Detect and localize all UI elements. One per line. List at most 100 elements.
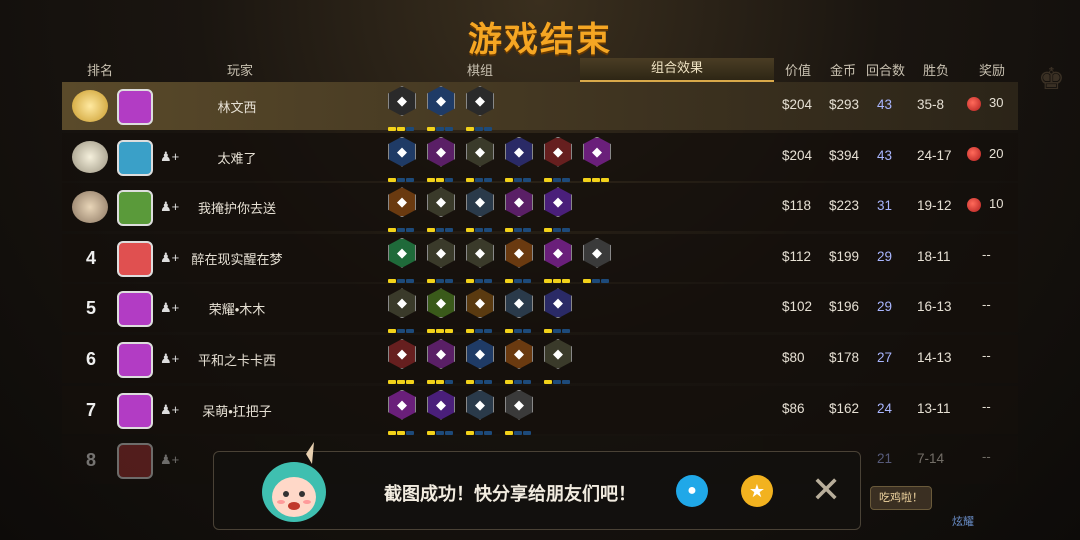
share-toast: 截图成功！快分享给朋友们吧！ ● ★ ✕ (213, 442, 861, 530)
player-name: 太难了 (217, 150, 257, 166)
paws-icon[interactable]: ◆ (466, 389, 494, 435)
fish-icon[interactable]: ◆ (544, 288, 572, 334)
demon-icon[interactable]: ◆ (544, 136, 572, 182)
question-icon[interactable]: ◆ (388, 136, 416, 182)
spirit-icon[interactable]: ◆ (427, 389, 455, 435)
rank-medal-icon (72, 191, 108, 224)
qq-share-icon[interactable]: ● (676, 475, 708, 507)
reward-cell: 10 (967, 196, 1003, 212)
axe-icon[interactable]: ◆ (427, 237, 455, 283)
record-cell: 13-11 (917, 400, 951, 416)
tab-pieces[interactable]: 棋组 (467, 60, 493, 79)
gold-cell: $293 (829, 97, 860, 112)
paw-icon[interactable]: ◆ (388, 237, 416, 283)
spirit-icon[interactable]: ◆ (544, 187, 572, 233)
lion-icon[interactable]: ◆ (388, 86, 416, 131)
value-cell: $118 (782, 198, 812, 214)
header-gold: 金币 (830, 63, 857, 78)
value-cell: $80 (782, 349, 805, 365)
avatar[interactable] (117, 139, 153, 176)
arch-icon[interactable]: ◆ (388, 338, 416, 384)
table-row[interactable]: 5 ♟+ 荣耀•木木 ◆ ◆ ◆ ◆ ◆ $102 $196 29 16-13 -- (62, 284, 1018, 334)
table-row[interactable]: 6 ♟+ 平和之卡卡西 ◆ ◆ ◆ ◆ ◆ $80 $178 27 14-13 -- (62, 334, 1018, 384)
tab-synergy[interactable]: 组合效果 (580, 58, 774, 82)
close-icon[interactable]: ✕ (811, 472, 841, 508)
rank-number: 8 (85, 450, 96, 471)
candy-icon (967, 96, 981, 111)
record-cell: 14-13 (917, 349, 952, 365)
gear-icon[interactable]: ◆ (466, 288, 494, 334)
candy-icon (967, 197, 981, 212)
reward-cell: -- (982, 347, 991, 363)
header-record: 胜负 (923, 63, 950, 78)
skull-icon[interactable]: ◆ (583, 136, 611, 182)
paws-icon[interactable]: ◆ (466, 187, 494, 233)
feather-icon[interactable]: ◆ (505, 237, 533, 283)
reward-amount: 20 (989, 145, 1004, 161)
beast-icon[interactable]: ◆ (466, 136, 494, 182)
swords-icon[interactable]: ◆ (427, 187, 455, 233)
value-cell: $204 (782, 147, 813, 163)
rank-medal-icon (72, 140, 108, 173)
rounds-cell: 24 (877, 400, 893, 416)
rounds-cell: 43 (877, 97, 893, 112)
avatar[interactable] (117, 443, 153, 480)
table-row[interactable]: ♟+ 我掩护你去送 ◆ ◆ ◆ ◆ ◆ $118 $223 31 19-12 10 (62, 183, 1018, 233)
chicken-dinner-bubble: 吃鸡啦！ (870, 486, 932, 510)
table-row[interactable]: ♟+ 太难了 ◆ ◆ ◆ ◆ ◆ ◆ $204 $394 43 24-17 20 (62, 132, 1018, 182)
beast-icon[interactable]: ◆ (466, 237, 494, 283)
header-player: 玩家 (227, 63, 254, 78)
player-name: 荣耀•木木 (208, 302, 266, 318)
mech-icon[interactable]: ◆ (505, 136, 533, 182)
avatar[interactable] (117, 291, 153, 328)
knight-icon[interactable]: ◆ (466, 86, 494, 131)
record-cell: 16-13 (917, 299, 952, 315)
mascot-icon (262, 442, 326, 522)
orbs-icon[interactable]: ◆ (427, 288, 455, 334)
beast-icon[interactable]: ◆ (544, 338, 572, 384)
skull-icon[interactable]: ◆ (388, 389, 416, 435)
feather-icon[interactable]: ◆ (388, 187, 416, 233)
gold-cell: $223 (829, 198, 860, 214)
add-friend-icon[interactable]: ♟+ (160, 452, 179, 468)
gold-cell: $394 (829, 147, 860, 163)
candy-icon (967, 147, 981, 162)
table-row[interactable]: 林文西 ◆ ◆ ◆ $204 $293 43 35-8 30 (62, 82, 1018, 131)
reward-cell: 30 (967, 95, 1003, 111)
value-cell: $112 (782, 248, 812, 264)
record-cell: 18-11 (917, 248, 951, 264)
show-off-button[interactable]: 炫耀 (952, 513, 974, 529)
player-name: 平和之卡卡西 (197, 352, 276, 368)
rank-medal-icon (72, 90, 108, 122)
feather-icon[interactable]: ◆ (505, 338, 533, 384)
avatar[interactable] (117, 392, 153, 429)
leaf-icon[interactable]: ◆ (466, 338, 494, 384)
star-share-icon[interactable]: ★ (741, 475, 773, 507)
rounds-cell: 29 (877, 248, 893, 264)
chess-knight-icon[interactable]: ◆ (505, 187, 533, 233)
helmet-icon[interactable]: ◆ (583, 237, 611, 283)
table-row[interactable]: 4 ♟+ 醉在现实醒在梦 ◆ ◆ ◆ ◆ ◆ ◆ $112 $199 29 18-11 -- (62, 233, 1018, 283)
paws-icon[interactable]: ◆ (505, 288, 533, 334)
chess-knight-icon[interactable]: ◆ (427, 338, 455, 384)
avatar[interactable] (117, 240, 153, 277)
avatar[interactable] (117, 190, 153, 227)
player-name: 我掩护你去送 (197, 201, 276, 217)
header-value: 价值 (785, 63, 812, 78)
helmet-icon[interactable]: ◆ (505, 389, 533, 435)
value-cell: $86 (782, 400, 805, 416)
table-row[interactable]: 7 ♟+ 呆萌•扛把子 ◆ ◆ ◆ ◆ $86 $162 24 13-11 -- (62, 385, 1018, 435)
swords-icon[interactable]: ◆ (388, 288, 416, 334)
avatar[interactable] (117, 89, 153, 125)
player-name: 醉在现实醒在梦 (191, 251, 283, 267)
rank-number: 4 (85, 247, 96, 268)
value-cell: $204 (782, 97, 813, 112)
record-cell: 7-14 (917, 451, 945, 467)
chess-knight-icon[interactable]: ◆ (427, 136, 455, 182)
gold-cell: $196 (829, 299, 860, 315)
avatar[interactable] (117, 341, 153, 378)
skull-icon[interactable]: ◆ (544, 237, 572, 283)
rounds-cell: 29 (877, 299, 893, 315)
question-icon[interactable]: ◆ (427, 86, 455, 131)
reward-cell: -- (982, 246, 991, 262)
